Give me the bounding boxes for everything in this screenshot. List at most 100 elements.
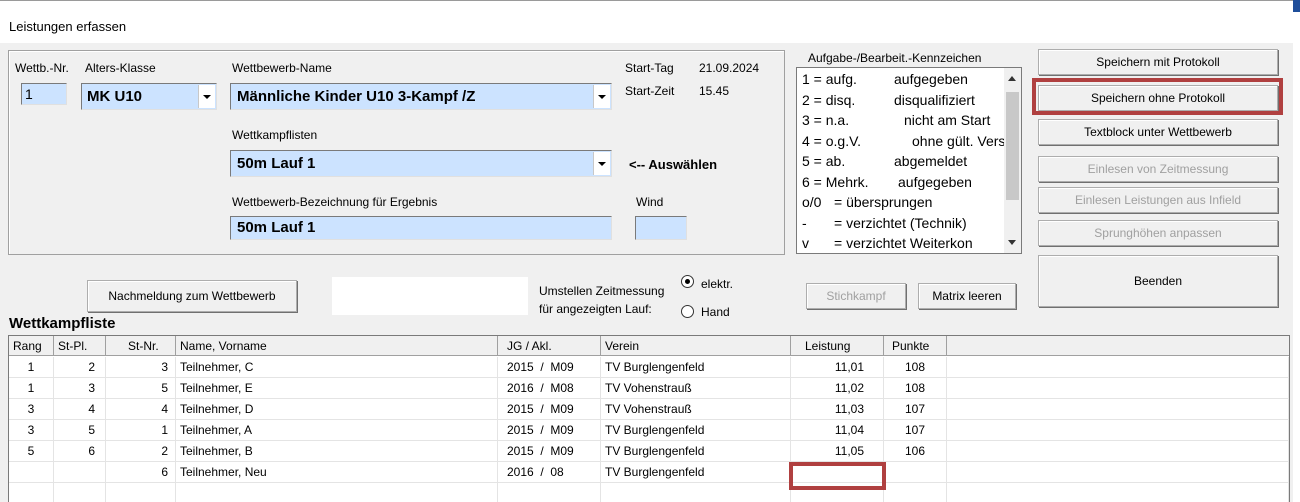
cell-name: Teilnehmer, Neu	[176, 462, 498, 483]
cell-jgakl	[498, 483, 601, 502]
wettbewerb-name-select[interactable]: Männliche Kinder U10 3-Kampf /Z	[230, 83, 612, 110]
wettb-nr-field[interactable]: 1	[21, 83, 67, 105]
cell-st-pl: 4	[54, 399, 106, 420]
cell-leistung[interactable]: 11,04	[791, 420, 884, 441]
table-header: Rang St-Pl. St-Nr. Name, Vorname JG / Ak…	[9, 336, 1289, 356]
cell-separator: /	[533, 402, 551, 416]
cell-punkte	[884, 483, 947, 502]
cell-leistung[interactable]: 11,02	[791, 378, 884, 399]
list-item[interactable]: 4 = o.g.V. ohne gült. Vers	[802, 133, 1005, 149]
bezeichnung-field[interactable]: 50m Lauf 1	[230, 216, 612, 240]
einlesen-zeitmessung-button[interactable]: Einlesen von Zeitmessung	[1038, 156, 1278, 182]
list-item[interactable]: v = verzichtet Weiterkon	[802, 235, 973, 251]
cell-punkte: 108	[884, 357, 947, 378]
stichkampf-button[interactable]: Stichkampf	[806, 283, 906, 309]
cell-rang	[9, 483, 54, 502]
cell-st-pl: 5	[54, 420, 106, 441]
cell-akl-value: M09	[550, 402, 574, 416]
wettkampflisten-select[interactable]: 50m Lauf 1	[230, 150, 612, 177]
cell-jgakl: 2016 / 08	[498, 462, 601, 483]
wettkampflisten-label: Wettkampflisten	[232, 128, 318, 142]
cell-empty	[947, 378, 1289, 399]
alters-klasse-select[interactable]: MK U10	[81, 83, 217, 110]
cell-st-nr: 3	[106, 357, 176, 378]
cell-punkte: 107	[884, 420, 947, 441]
cell-name: Teilnehmer, D	[176, 399, 498, 420]
list-item[interactable]: 2 = disq. disqualifiziert	[802, 92, 975, 108]
kennzeichen-scrollbar[interactable]	[1004, 68, 1021, 253]
list-item[interactable]: 3 = n.a. nicht am Start	[802, 112, 990, 128]
cell-empty	[947, 399, 1289, 420]
matrix-leeren-button[interactable]: Matrix leeren	[918, 283, 1016, 309]
col-verein[interactable]: Verein	[601, 336, 791, 356]
cell-jg-value: 2015	[507, 444, 534, 458]
sprunghoehen-button[interactable]: Sprunghöhen anpassen	[1038, 220, 1278, 246]
scroll-up-icon[interactable]	[1008, 76, 1016, 81]
radio-hand[interactable]	[681, 305, 694, 318]
col-jg-akl[interactable]: JG / Akl.	[498, 336, 601, 356]
cell-st-pl: 3	[54, 378, 106, 399]
col-punkte[interactable]: Punkte	[884, 336, 947, 356]
cell-leistung[interactable]: 11,05	[791, 441, 884, 462]
cell-akl-value: 08	[550, 465, 564, 479]
cell-verein: TV Vohenstrauß	[601, 399, 791, 420]
list-item[interactable]: - = verzichtet (Technik)	[802, 215, 967, 231]
nachmeldung-button[interactable]: Nachmeldung zum Wettbewerb	[87, 280, 297, 312]
cell-rang: 1	[9, 357, 54, 378]
cell-verein	[601, 483, 791, 502]
list-item[interactable]: 1 = aufg. aufgegeben	[802, 71, 968, 87]
beenden-button[interactable]: Beenden	[1038, 255, 1278, 307]
einlesen-infield-button[interactable]: Einlesen Leistungen aus Infield	[1038, 187, 1278, 213]
wind-field[interactable]	[635, 216, 687, 240]
cell-punkte	[884, 462, 947, 483]
speichern-mit-protokoll-button[interactable]: Speichern mit Protokoll	[1038, 49, 1278, 75]
cell-verein: TV Vohenstrauß	[601, 378, 791, 399]
chevron-down-icon[interactable]	[198, 85, 215, 108]
wettkampfliste-table[interactable]: Rang St-Pl. St-Nr. Name, Vorname JG / Ak…	[8, 335, 1290, 502]
col-st-nr[interactable]: St-Nr.	[106, 336, 176, 356]
cell-verein: TV Burglengenfeld	[601, 462, 791, 483]
cell-rang: 5	[9, 441, 54, 462]
radio-elektr[interactable]	[681, 275, 694, 288]
blank-box	[332, 277, 528, 315]
col-leistung[interactable]: Leistung	[791, 336, 884, 356]
scroll-thumb[interactable]	[1006, 92, 1019, 200]
col-st-pl[interactable]: St-Pl.	[54, 336, 106, 356]
start-zeit-label: Start-Zeit	[625, 84, 675, 98]
cell-separator: /	[533, 444, 551, 458]
wettkampfliste-title: Wettkampfliste	[9, 315, 116, 332]
speichern-ohne-highlight	[1032, 78, 1283, 115]
col-rang[interactable]: Rang	[9, 336, 54, 356]
textblock-button[interactable]: Textblock unter Wettbewerb	[1038, 119, 1278, 145]
cell-jg-value: 2016	[507, 465, 534, 479]
cell-leistung[interactable]: 11,01	[791, 357, 884, 378]
title-bar: Leistungen erfassen	[0, 1, 1296, 43]
cell-separator: /	[533, 381, 551, 395]
chevron-down-icon[interactable]	[593, 85, 610, 108]
cell-st-nr: 1	[106, 420, 176, 441]
cell-jgakl: 2015 / M09	[498, 441, 601, 462]
chevron-down-icon[interactable]	[593, 152, 610, 175]
cell-jgakl: 2015 / M09	[498, 357, 601, 378]
cell-leistung[interactable]: 11,03	[791, 399, 884, 420]
list-item[interactable]: 6 = Mehrk. aufgegeben	[802, 174, 972, 190]
cell-st-nr: 2	[106, 441, 176, 462]
cell-empty	[947, 420, 1289, 441]
list-item[interactable]: o/0 = übersprungen	[802, 194, 932, 210]
cell-jg-value: 2015	[507, 360, 534, 374]
cell-name	[176, 483, 498, 502]
start-tag-value: 21.09.2024	[699, 61, 760, 75]
kennzeichen-list[interactable]: 1 = aufg. aufgegeben 2 = disq. disqualifiz…	[796, 67, 1022, 254]
cell-rang: 3	[9, 399, 54, 420]
cell-verein: TV Burglengenfeld	[601, 420, 791, 441]
list-item[interactable]: 5 = ab. abgemeldet	[802, 153, 967, 169]
col-name[interactable]: Name, Vorname	[176, 336, 498, 356]
wettbewerb-name-value: Männliche Kinder U10 3-Kampf /Z	[237, 88, 476, 105]
cell-st-nr: 4	[106, 399, 176, 420]
zeitmessung-label-1: Umstellen Zeitmessung	[539, 284, 665, 298]
scroll-down-icon[interactable]	[1008, 240, 1016, 245]
cell-akl-value: M09	[550, 444, 574, 458]
cell-st-pl: 2	[54, 357, 106, 378]
cell-jg-value: 2015	[507, 402, 534, 416]
cell-name: Teilnehmer, E	[176, 378, 498, 399]
